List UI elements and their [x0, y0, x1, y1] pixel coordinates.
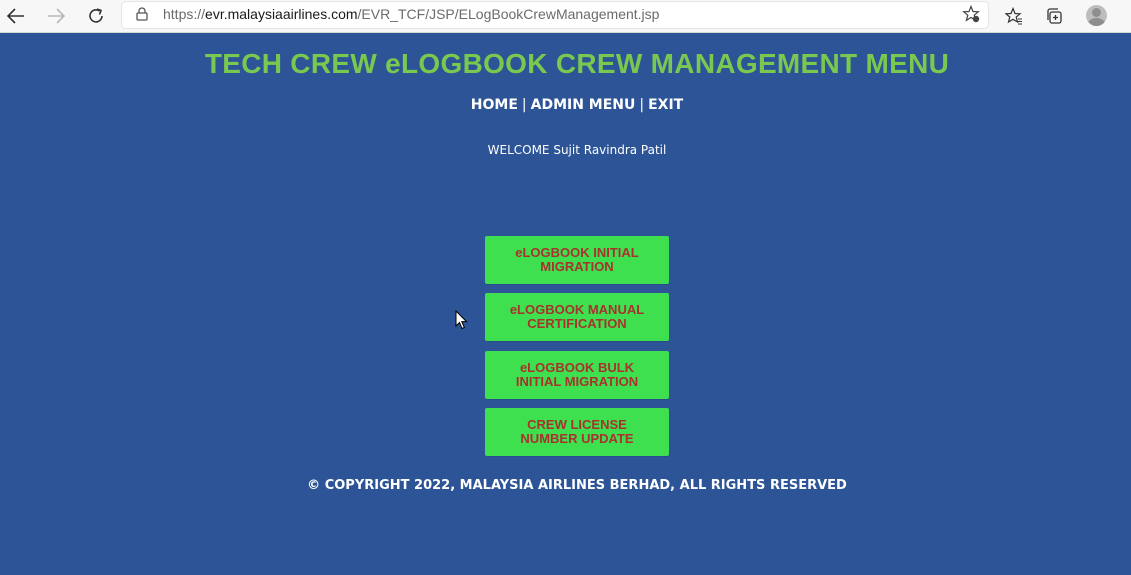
- nav-separator: |: [639, 97, 645, 113]
- reload-icon[interactable]: [84, 4, 108, 28]
- address-bar[interactable]: https://evr.malaysiaairlines.com/EVR_TCF…: [122, 2, 988, 28]
- browser-toolbar: https://evr.malaysiaairlines.com/EVR_TCF…: [0, 0, 1131, 33]
- lock-icon[interactable]: [136, 7, 148, 25]
- url-prefix: https://: [163, 6, 206, 22]
- nav-separator: |: [521, 97, 527, 113]
- nav-home-link[interactable]: HOME: [471, 97, 518, 113]
- elogbook-manual-certification-button[interactable]: eLOGBOOK MANUAL CERTIFICATION: [485, 293, 669, 341]
- nav-admin-menu-link[interactable]: ADMIN MENU: [531, 97, 636, 113]
- welcome-message: WELCOME Sujit Ravindra Patil: [487, 143, 667, 157]
- url-path: /EVR_TCF/JSP/ELogBookCrewManagement.jsp: [357, 6, 660, 22]
- collections-icon[interactable]: [1042, 4, 1066, 28]
- copyright-footer: © COPYRIGHT 2022, MALAYSIA AIRLINES BERH…: [307, 478, 847, 493]
- forward-arrow-icon[interactable]: [44, 4, 68, 28]
- add-favorite-icon[interactable]: [962, 4, 980, 27]
- elogbook-bulk-initial-migration-button[interactable]: eLOGBOOK BULK INITIAL MIGRATION: [485, 351, 669, 399]
- back-arrow-icon[interactable]: [4, 4, 28, 28]
- nav-exit-link[interactable]: EXIT: [648, 97, 683, 113]
- elogbook-initial-migration-button[interactable]: eLOGBOOK INITIAL MIGRATION: [485, 236, 669, 284]
- favorites-icon[interactable]: [1002, 4, 1026, 28]
- mouse-cursor-icon: [455, 309, 469, 330]
- url-host: evr.malaysiaairlines.com: [205, 6, 358, 22]
- crew-license-number-update-button[interactable]: CREW LICENSE NUMBER UPDATE: [485, 408, 669, 456]
- url-text[interactable]: https://evr.malaysiaairlines.com/EVR_TCF…: [163, 6, 659, 22]
- page-title: TECH CREW eLOGBOOK CREW MANAGEMENT MENU: [204, 48, 950, 79]
- profile-avatar-icon[interactable]: [1086, 5, 1107, 26]
- top-navigation: HOME | ADMIN MENU | EXIT: [0, 97, 1131, 113]
